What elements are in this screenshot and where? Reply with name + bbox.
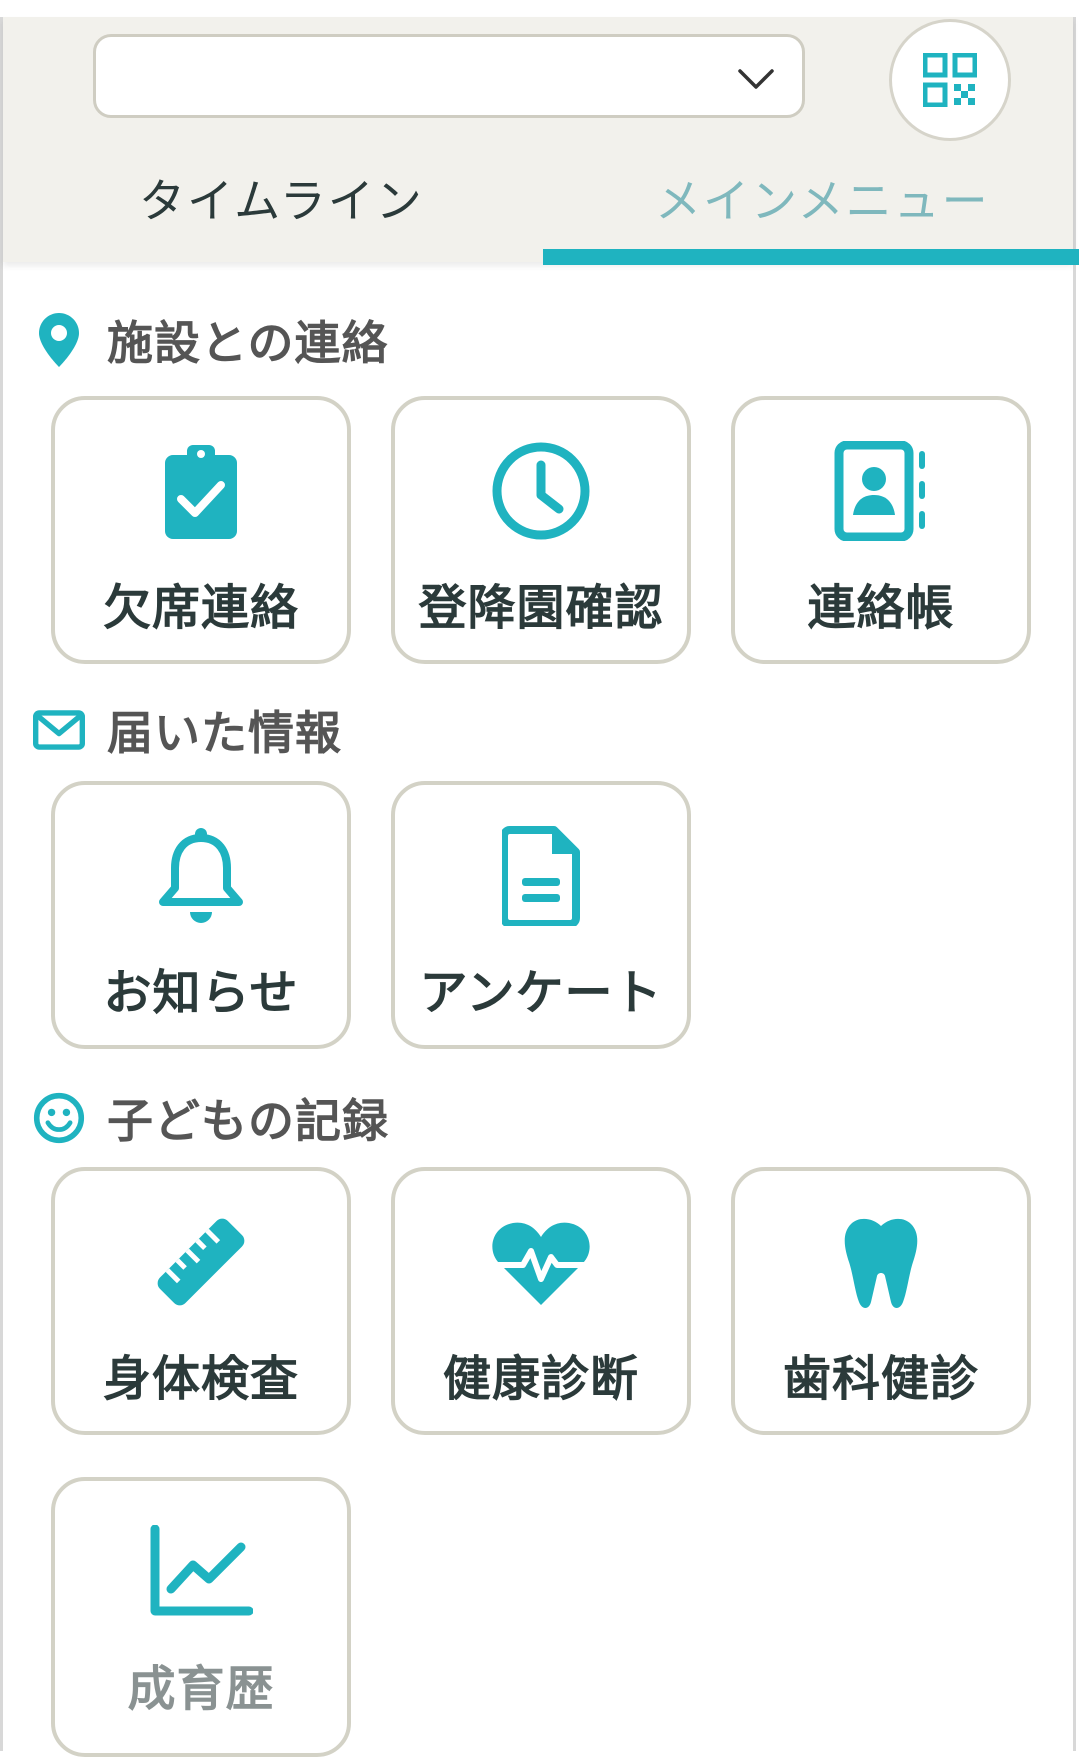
chevron-down-icon bbox=[738, 69, 774, 89]
section-title-received: 届いた情報 bbox=[33, 697, 342, 763]
facility-select[interactable] bbox=[93, 34, 805, 118]
contact-book-icon bbox=[735, 436, 1027, 546]
tooth-icon bbox=[735, 1207, 1027, 1317]
section-title-text: 子どもの記録 bbox=[107, 1094, 389, 1148]
tab-timeline[interactable]: タイムライン bbox=[139, 165, 424, 231]
qr-code-button[interactable] bbox=[889, 19, 1011, 141]
clock-icon bbox=[395, 436, 687, 546]
section-title-contact: 施設との連絡 bbox=[33, 307, 389, 373]
tile-health-checkup[interactable]: 健康診断 bbox=[391, 1167, 691, 1435]
app-frame: タイムライン メインメニュー 施設との連絡 欠席連絡 登降園確認 連絡帳 届いた… bbox=[0, 17, 1079, 1757]
tile-dental-checkup[interactable]: 歯科健診 bbox=[731, 1167, 1031, 1435]
section-title-child-records: 子どもの記録 bbox=[33, 1085, 389, 1151]
envelope-icon bbox=[33, 702, 85, 758]
tile-label: 登降園確認 bbox=[418, 580, 664, 636]
tile-contact-book[interactable]: 連絡帳 bbox=[731, 396, 1031, 664]
section-title-text: 施設との連絡 bbox=[107, 316, 389, 370]
tile-notices[interactable]: お知らせ bbox=[51, 781, 351, 1049]
map-pin-icon bbox=[33, 312, 85, 368]
line-chart-icon bbox=[55, 1517, 347, 1627]
tile-physical-exam[interactable]: 身体検査 bbox=[51, 1167, 351, 1435]
active-tab-indicator bbox=[543, 249, 1079, 265]
tab-main-menu[interactable]: メインメニュー bbox=[655, 165, 990, 231]
header: タイムライン メインメニュー bbox=[3, 17, 1079, 265]
bell-icon bbox=[55, 821, 347, 931]
ruler-icon bbox=[55, 1207, 347, 1317]
tile-survey[interactable]: アンケート bbox=[391, 781, 691, 1049]
tile-label: お知らせ bbox=[103, 965, 299, 1021]
tile-label: 歯科健診 bbox=[782, 1351, 979, 1407]
tile-label: アンケート bbox=[419, 965, 663, 1021]
tile-label: 成育歴 bbox=[127, 1661, 275, 1717]
tile-label: 身体検査 bbox=[102, 1351, 299, 1407]
document-icon bbox=[395, 821, 687, 931]
qr-code-icon bbox=[923, 53, 977, 107]
tile-label: 欠席連絡 bbox=[102, 580, 299, 636]
tile-absence-contact[interactable]: 欠席連絡 bbox=[51, 396, 351, 664]
tile-label: 連絡帳 bbox=[807, 580, 955, 636]
tile-growth-history[interactable]: 成育歴 bbox=[51, 1477, 351, 1757]
heartbeat-icon bbox=[395, 1207, 687, 1317]
tile-attendance-check[interactable]: 登降園確認 bbox=[391, 396, 691, 664]
clipboard-check-icon bbox=[55, 436, 347, 546]
smile-icon bbox=[33, 1090, 85, 1146]
section-title-text: 届いた情報 bbox=[107, 706, 342, 760]
tile-label: 健康診断 bbox=[442, 1351, 639, 1407]
